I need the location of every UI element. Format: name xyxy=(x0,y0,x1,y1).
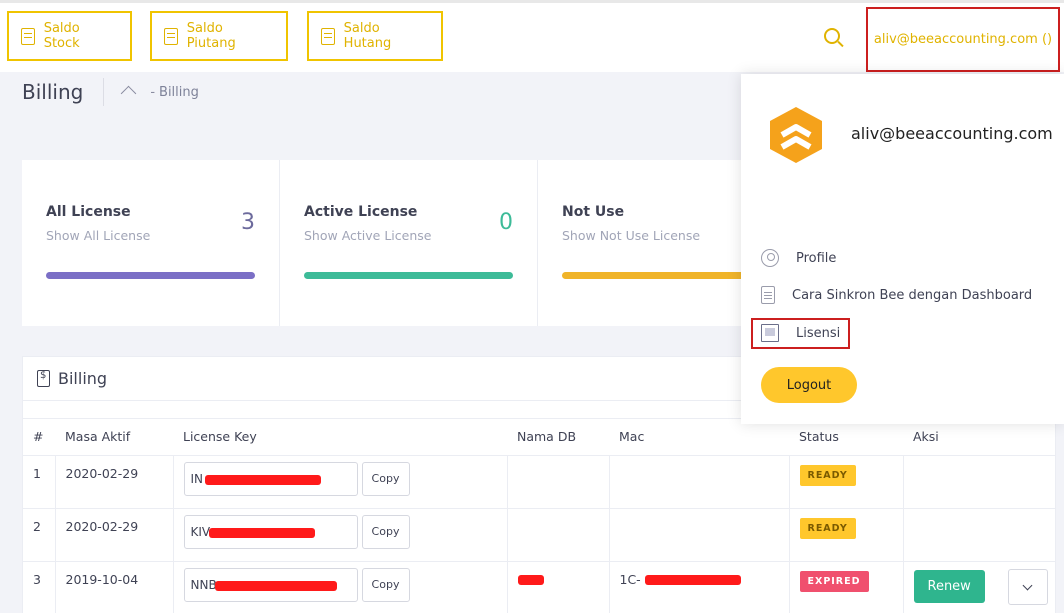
stat-active-license: Active License Show Active License 0 xyxy=(280,160,538,326)
renew-button[interactable]: Renew xyxy=(913,569,985,603)
license-key-cell: IN Copy xyxy=(172,454,507,508)
home-icon[interactable] xyxy=(122,86,136,98)
dropdown-email: aliv@beeaccounting.com xyxy=(851,124,1053,143)
table-row: 1 2020-02-29 IN Copy READY xyxy=(23,454,1055,508)
license-key-value: KIV xyxy=(190,524,211,539)
table-row: 2 2020-02-29 KIV Copy READY xyxy=(23,507,1055,561)
mac-value: 1C- xyxy=(619,571,641,587)
status-badge: EXPIRED xyxy=(799,570,869,592)
mac-cell xyxy=(608,454,789,508)
row-number: 3 xyxy=(23,560,55,613)
redaction-mark xyxy=(214,580,337,591)
stat-subtitle: Show All License xyxy=(46,228,151,243)
column-header: License Key xyxy=(183,429,257,445)
stat-value: 0 xyxy=(499,210,513,235)
license-key-input[interactable]: KIV xyxy=(183,514,358,549)
status-cell: READY xyxy=(788,454,903,508)
stat-title: Active License xyxy=(304,204,418,220)
copy-button[interactable]: Copy xyxy=(361,567,410,602)
license-stats-card: All License Show All License 3 Active Li… xyxy=(22,160,802,326)
stat-subtitle: Show Not Use License xyxy=(562,228,701,243)
document-icon xyxy=(761,286,775,304)
copy-button[interactable]: Copy xyxy=(361,514,410,549)
menu-item-sync-guide[interactable]: Cara Sinkron Bee dengan Dashboard xyxy=(761,286,1032,304)
logout-button[interactable]: Logout xyxy=(761,367,857,403)
menu-item-profile[interactable]: Profile xyxy=(761,249,836,267)
table-row: 3 2019-10-04 NNB Copy 1C- EXPIRED Renew xyxy=(23,560,1055,613)
invoice-icon xyxy=(37,370,50,387)
column-header: Aksi xyxy=(913,429,939,445)
top-bar: Saldo Stock Saldo Piutang Saldo Hutang a… xyxy=(0,0,1064,72)
nama-db-cell xyxy=(506,507,609,561)
mac-cell: 1C- xyxy=(608,560,789,613)
page-title: Billing xyxy=(22,80,84,104)
more-actions-chevron-button[interactable] xyxy=(1008,569,1048,605)
copy-button[interactable]: Copy xyxy=(361,461,410,496)
action-cell xyxy=(902,454,1055,508)
license-key-input[interactable]: NNB xyxy=(183,567,358,602)
masa-aktif-cell: 2019-10-04 xyxy=(54,560,173,613)
saldo-stock-label: Saldo Stock xyxy=(43,21,80,51)
nama-db-cell xyxy=(506,454,609,508)
column-header: Nama DB xyxy=(517,429,577,445)
document-icon xyxy=(21,27,35,45)
billing-card-title: Billing xyxy=(58,369,108,388)
status-badge: READY xyxy=(799,517,856,539)
license-key-cell: NNB Copy xyxy=(172,560,507,613)
column-header: Status xyxy=(799,429,839,445)
stat-progress-bar xyxy=(46,272,255,279)
stat-value: 3 xyxy=(241,210,255,235)
redaction-mark xyxy=(644,575,741,585)
status-badge: READY xyxy=(799,464,856,486)
license-key-cell: KIV Copy xyxy=(172,507,507,561)
breadcrumb-separator: - xyxy=(150,84,156,100)
column-header: Mac xyxy=(619,429,645,445)
saldo-piutang-label: Saldo Piutang xyxy=(186,21,236,51)
nama-db-cell xyxy=(506,560,609,613)
license-key-input[interactable]: IN xyxy=(183,461,358,496)
masa-aktif-cell: 2020-02-29 xyxy=(54,507,173,561)
column-header: # xyxy=(33,429,44,445)
mac-cell xyxy=(608,507,789,561)
menu-item-label: Profile xyxy=(796,250,837,266)
masa-aktif-cell: 2020-02-29 xyxy=(54,454,173,508)
redaction-mark xyxy=(208,527,315,538)
document-check-icon xyxy=(164,27,178,45)
stat-subtitle: Show Active License xyxy=(304,228,432,243)
row-number: 1 xyxy=(23,454,55,508)
row-number: 2 xyxy=(23,507,55,561)
divider xyxy=(103,78,105,106)
highlight-box xyxy=(751,318,850,349)
saldo-stock-button[interactable]: Saldo Stock xyxy=(7,11,132,61)
bee-logo-icon xyxy=(770,107,822,163)
redaction-mark xyxy=(204,474,321,485)
table-header-row: # Masa Aktif License Key Nama DB Mac Sta… xyxy=(23,419,1055,455)
user-dropdown-menu: aliv@beeaccounting.com Profile Cara Sink… xyxy=(741,74,1064,424)
breadcrumb-item-billing[interactable]: Billing xyxy=(159,85,199,100)
search-icon[interactable] xyxy=(824,28,840,44)
saldo-piutang-button[interactable]: Saldo Piutang xyxy=(150,11,288,61)
status-cell: READY xyxy=(788,507,903,561)
stat-title: All License xyxy=(46,204,131,220)
user-menu-label: aliv@beeaccounting.com () xyxy=(873,32,1053,47)
stat-all-license: All License Show All License 3 xyxy=(22,160,280,326)
subheader: Billing - Billing xyxy=(0,72,740,112)
saldo-hutang-button[interactable]: Saldo Hutang xyxy=(307,11,443,61)
license-key-value: NNB xyxy=(190,577,217,592)
stat-title: Not Use xyxy=(562,204,625,220)
document-icon xyxy=(321,27,335,45)
license-key-value: IN xyxy=(190,471,204,486)
user-icon xyxy=(761,249,779,267)
stat-progress-bar xyxy=(304,272,513,279)
status-cell: EXPIRED xyxy=(788,560,903,613)
license-table: # Masa Aktif License Key Nama DB Mac Sta… xyxy=(23,419,1055,613)
column-header: Masa Aktif xyxy=(65,429,131,445)
action-cell xyxy=(902,507,1055,561)
user-menu-button[interactable]: aliv@beeaccounting.com () xyxy=(866,7,1060,72)
saldo-hutang-label: Saldo Hutang xyxy=(343,21,392,51)
redaction-mark xyxy=(517,574,544,585)
menu-item-label: Cara Sinkron Bee dengan Dashboard xyxy=(792,287,1033,303)
